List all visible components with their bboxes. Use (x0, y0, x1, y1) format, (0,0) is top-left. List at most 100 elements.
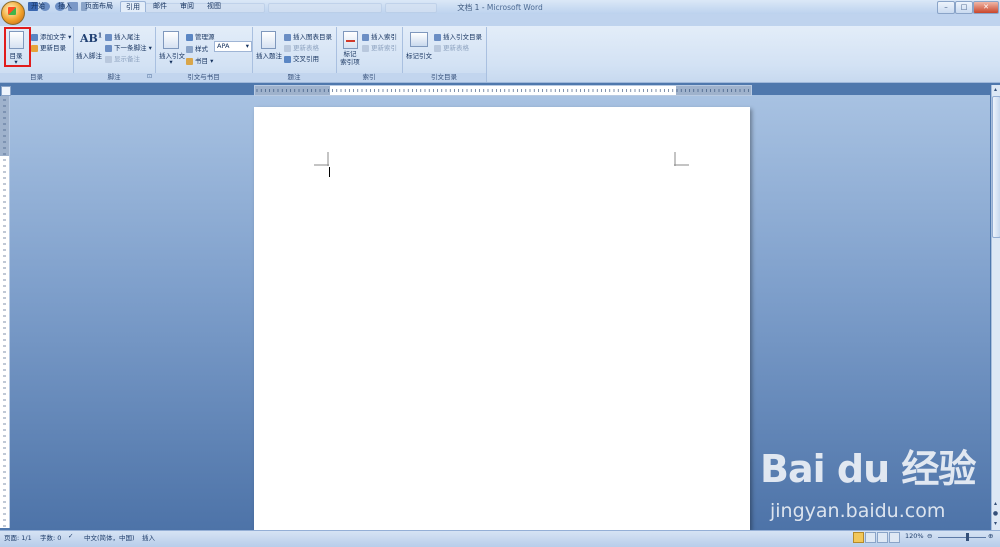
group-label: 引文与书目 (155, 73, 252, 82)
zoom-out-icon[interactable]: ⊖ (927, 532, 932, 540)
maximize-button[interactable]: □ (955, 1, 973, 14)
minimize-button[interactable]: – (937, 1, 955, 14)
tab-insert[interactable]: 插入 (53, 1, 77, 11)
tab-home[interactable]: 开始 (26, 1, 50, 11)
show-notes-button[interactable]: 显示备注 (105, 53, 140, 63)
tab-mailings[interactable]: 邮件 (148, 1, 172, 11)
print-layout-view-icon[interactable] (853, 532, 864, 543)
show-notes-icon (105, 55, 112, 63)
group-label: 题注 (252, 73, 336, 82)
mark-entry-icon (343, 31, 358, 49)
status-language[interactable]: 中文(简体，中国) (84, 532, 135, 542)
document-page[interactable] (254, 107, 750, 530)
tab-view[interactable]: 视图 (202, 1, 226, 11)
update-authorities-icon (434, 44, 441, 52)
next-footnote-label: 下一条脚注 (114, 44, 147, 52)
insert-caption-button[interactable]: 插入题注 (255, 50, 283, 60)
manage-sources-label: 管理源 (195, 33, 215, 41)
tab-review[interactable]: 审阅 (175, 1, 199, 11)
vertical-ruler[interactable] (0, 96, 10, 528)
update-table-button[interactable]: 更新表格 (284, 42, 319, 52)
add-text-label: 添加文字 (40, 33, 66, 41)
ruler-ticks (256, 89, 749, 92)
mark-entry-button[interactable]: 标记 索引项 (336, 50, 364, 66)
scrollbar-thumb[interactable] (992, 96, 1000, 238)
update-index-icon (362, 44, 369, 52)
insert-table-of-figures-button[interactable]: 插入图表目录 (284, 31, 332, 41)
footnote-dialog-launcher-icon[interactable]: ⊡ (147, 73, 152, 80)
insert-citation-dropdown-icon[interactable]: ▾ (167, 58, 175, 66)
manage-sources-icon (186, 33, 193, 41)
mark-citation-button[interactable]: 标记引文 (404, 50, 434, 60)
horizontal-ruler[interactable] (254, 85, 752, 96)
group-label: 目录 (0, 73, 73, 82)
update-index-label: 更新索引 (371, 44, 397, 52)
blurred-browser-tab (268, 3, 382, 13)
update-toc-label: 更新目录 (40, 44, 66, 52)
table-of-figures-icon (284, 33, 291, 41)
spellcheck-icon[interactable]: ✓ (68, 532, 73, 540)
crop-mark-top-right (674, 152, 689, 166)
next-footnote-icon (105, 44, 112, 52)
tab-references[interactable]: 引用 (120, 1, 146, 12)
group-label: 引文目录 (402, 73, 486, 82)
cross-reference-button[interactable]: 交叉引用 (284, 53, 319, 63)
style-icon (186, 45, 193, 53)
insert-table-of-figures-label: 插入图表目录 (293, 33, 332, 41)
insert-citation-icon (163, 31, 179, 49)
add-text-icon (31, 33, 38, 41)
full-screen-view-icon[interactable] (865, 532, 876, 543)
update-index-button[interactable]: 更新索引 (362, 42, 397, 52)
insert-table-of-authorities-button[interactable]: 插入引文目录 (434, 31, 482, 41)
outline-view-icon[interactable] (889, 532, 900, 543)
manage-sources-button[interactable]: 管理源 (186, 31, 215, 41)
next-page-icon[interactable]: ▾ (992, 520, 999, 528)
insert-index-icon (362, 33, 369, 41)
toc-highlight-box (4, 27, 31, 67)
app-title: Microsoft Word (486, 3, 543, 12)
insert-endnote-label: 插入尾注 (114, 33, 140, 41)
style-label-text: 样式 (195, 45, 208, 53)
update-authorities-button[interactable]: 更新表格 (434, 42, 469, 52)
vertical-ruler-ticks (0, 96, 9, 527)
bibliography-icon (186, 57, 193, 65)
update-toc-button[interactable]: 更新目录 (31, 42, 66, 52)
status-zoom[interactable]: 120% (905, 532, 924, 540)
office-logo-icon (8, 7, 16, 15)
table-of-authorities-icon (434, 33, 441, 41)
baidu-watermark-logo: Bai du 经验 (760, 447, 976, 491)
endnote-icon (105, 33, 112, 41)
insert-footnote-button[interactable]: 插入脚注 (74, 50, 104, 60)
next-footnote-button[interactable]: 下一条脚注 ▾ (105, 42, 152, 52)
style-select[interactable]: APA ▾ (214, 41, 252, 52)
insert-table-of-authorities-label: 插入引文目录 (443, 33, 482, 41)
status-words[interactable]: 字数: 0 (40, 532, 61, 542)
browse-object-icon[interactable]: ● (992, 510, 999, 518)
zoom-slider-track[interactable] (938, 537, 986, 538)
style-dropdown-icon: ▾ (245, 42, 249, 50)
close-button[interactable]: ✕ (973, 1, 999, 14)
bibliography-button[interactable]: 书目 ▾ (186, 55, 213, 65)
insert-index-button[interactable]: 插入索引 (362, 31, 397, 41)
status-page[interactable]: 页面: 1/1 (4, 532, 32, 542)
web-layout-view-icon[interactable] (877, 532, 888, 543)
style-label: 样式 (186, 43, 208, 53)
bibliography-label: 书目 (195, 57, 208, 65)
zoom-slider-thumb[interactable] (966, 533, 969, 541)
insert-caption-icon (261, 31, 276, 49)
baidu-watermark-url: jingyan.baidu.com (770, 500, 946, 522)
insert-index-label: 插入索引 (371, 33, 397, 41)
update-table-label: 更新表格 (293, 44, 319, 52)
office-button[interactable] (1, 1, 25, 25)
doc-title: 文档 1 (457, 3, 480, 12)
tab-selector[interactable] (1, 86, 11, 96)
scroll-up-icon[interactable]: ▴ (992, 86, 999, 94)
previous-page-icon[interactable]: ▴ (992, 500, 999, 508)
insert-endnote-button[interactable]: 插入尾注 (105, 31, 140, 41)
tab-page-layout[interactable]: 页面布局 (80, 1, 118, 11)
crop-mark-top-left (314, 152, 329, 166)
zoom-in-icon[interactable]: ⊕ (988, 532, 993, 540)
add-text-button[interactable]: 添加文字 ▾ (31, 31, 71, 41)
style-select-value: APA (217, 42, 230, 50)
status-mode[interactable]: 插入 (142, 532, 155, 542)
